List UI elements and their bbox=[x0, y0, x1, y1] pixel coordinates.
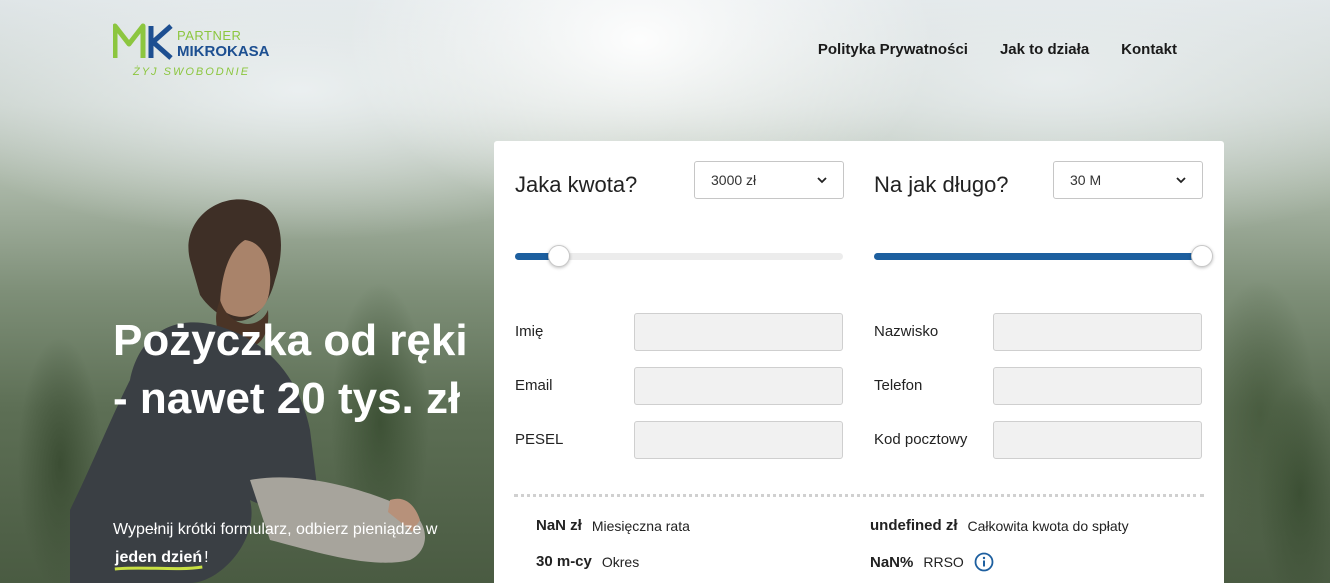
postcode-field[interactable] bbox=[993, 421, 1202, 459]
highlight-underline-decoration bbox=[114, 565, 203, 571]
last-name-label: Nazwisko bbox=[874, 323, 939, 340]
email-field[interactable] bbox=[634, 367, 843, 405]
dotted-divider bbox=[514, 494, 1204, 497]
rrso-value: NaN% bbox=[870, 553, 914, 571]
logo-mk-mark bbox=[113, 23, 173, 60]
summary-period: 30 m-cy Okres bbox=[536, 553, 639, 570]
chevron-down-icon bbox=[1176, 177, 1186, 184]
nav-privacy-policy[interactable]: Polityka Prywatności bbox=[818, 41, 968, 58]
pesel-field[interactable] bbox=[634, 421, 843, 459]
period-select[interactable]: 30 M bbox=[1053, 161, 1203, 199]
amount-select-value: 3000 zł bbox=[711, 172, 757, 188]
total-amount-value: undefined zł bbox=[870, 517, 958, 534]
nav-how-it-works[interactable]: Jak to działa bbox=[1000, 41, 1089, 58]
postcode-label: Kod pocztowy bbox=[874, 431, 968, 448]
nav-contact[interactable]: Kontakt bbox=[1121, 41, 1177, 58]
info-icon[interactable] bbox=[974, 552, 994, 572]
period-slider[interactable] bbox=[874, 244, 1213, 268]
monthly-rate-value: NaN zł bbox=[536, 517, 582, 534]
amount-slider[interactable] bbox=[515, 244, 843, 268]
first-name-field[interactable] bbox=[634, 313, 843, 351]
period-question: Na jak długo? bbox=[874, 172, 1009, 197]
hero-subtitle-text: Wypełnij krótki formularz, odbierz pieni… bbox=[113, 521, 438, 538]
period-value: 30 m-cy bbox=[536, 553, 592, 570]
last-name-field[interactable] bbox=[993, 313, 1202, 351]
summary-total: undefined zł Całkowita kwota do spłaty bbox=[870, 517, 1129, 534]
period-select-value: 30 M bbox=[1070, 172, 1102, 188]
phone-field[interactable] bbox=[993, 367, 1202, 405]
period-slider-handle[interactable] bbox=[1191, 245, 1213, 267]
email-label: Email bbox=[515, 377, 553, 394]
amount-select[interactable]: 3000 zł bbox=[694, 161, 844, 199]
first-name-label: Imię bbox=[515, 323, 544, 340]
amount-question: Jaka kwota? bbox=[515, 172, 638, 197]
hero-subtitle-suffix: ! bbox=[204, 549, 209, 566]
summary-rrso: NaN% RRSO bbox=[870, 552, 994, 572]
logo-partner-text: PARTNER bbox=[177, 28, 242, 43]
logo-brand-name: MIKROKASA bbox=[177, 43, 270, 60]
logo-slogan: ŻYJ SWOBODNIE bbox=[133, 66, 251, 78]
period-label: Okres bbox=[601, 553, 640, 570]
hero-title: Pożyczka od ręki - nawet 20 tys. zł bbox=[113, 316, 468, 423]
logo[interactable]: PARTNER MIKROKASA ŻYJ SWOBODNIE bbox=[113, 22, 283, 82]
monthly-rate-label: Miesięczna rata bbox=[591, 517, 690, 534]
phone-label: Telefon bbox=[874, 377, 923, 394]
total-amount-label: Całkowita kwota do spłaty bbox=[967, 517, 1129, 534]
hero-subtitle-highlight: jeden dzień bbox=[113, 549, 204, 571]
main-nav: Polityka Prywatności Jak to działa Konta… bbox=[818, 41, 1177, 58]
hero-subtitle: Wypełnij krótki formularz, odbierz pieni… bbox=[113, 516, 483, 572]
chevron-down-icon bbox=[817, 177, 827, 184]
pesel-label: PESEL bbox=[515, 431, 564, 448]
summary-monthly: NaN zł Miesięczna rata bbox=[536, 517, 690, 534]
loan-form-card: Jaka kwota? 3000 zł Na jak długo? 30 M I… bbox=[494, 141, 1224, 583]
period-slider-fill bbox=[874, 253, 1202, 260]
amount-slider-handle[interactable] bbox=[548, 245, 571, 267]
rrso-label: RRSO bbox=[923, 554, 964, 570]
